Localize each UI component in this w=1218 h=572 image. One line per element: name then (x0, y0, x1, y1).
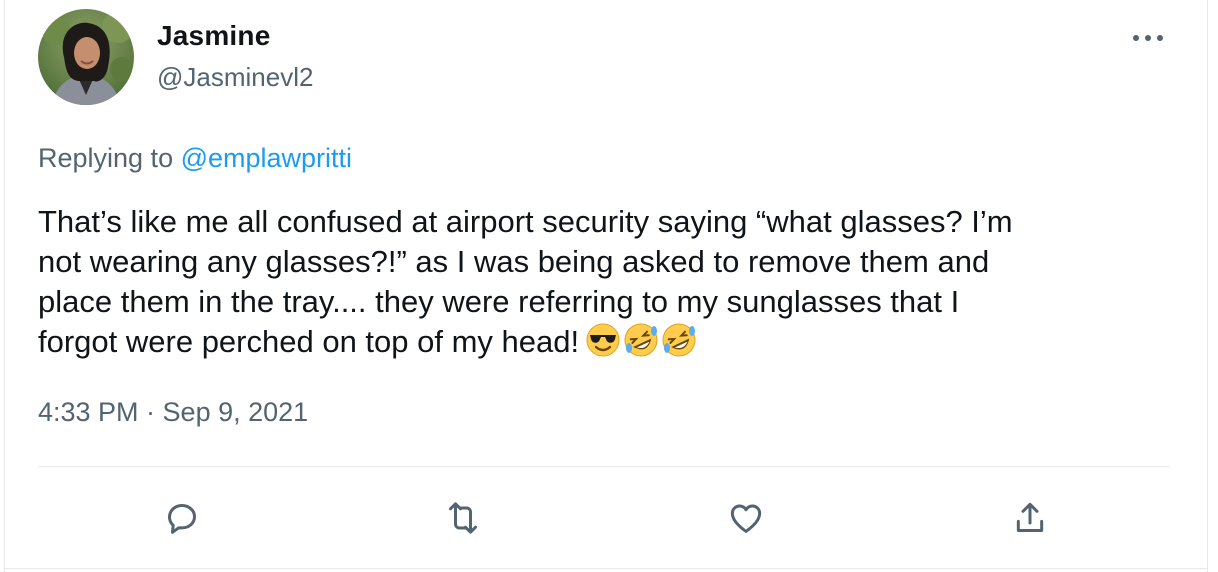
tweet-body: That’s like me all confused at airport s… (38, 204, 1013, 359)
replying-to: Replying to @emplawpritti (38, 143, 352, 174)
replying-to-label: Replying to (38, 143, 181, 173)
action-bar (0, 496, 1218, 540)
like-icon (730, 504, 762, 533)
retweet-button[interactable] (441, 496, 485, 540)
share-icon (1016, 502, 1044, 532)
author-display-name[interactable]: Jasmine (157, 20, 270, 52)
more-options-icon[interactable] (1128, 24, 1168, 52)
rolling-on-the-floor-laughing-icon (624, 323, 658, 357)
reply-icon (168, 504, 196, 534)
like-button[interactable] (724, 496, 768, 540)
avatar[interactable] (38, 9, 134, 105)
retweet-icon (449, 502, 477, 534)
smiling-face-with-sunglasses-icon (586, 323, 620, 357)
share-button[interactable] (1008, 496, 1052, 540)
reply-button[interactable] (160, 496, 204, 540)
tweet-timestamp[interactable]: 4:33 PM · Sep 9, 2021 (38, 397, 308, 428)
author-handle[interactable]: @Jasminevl2 (157, 62, 313, 93)
emoji-group (585, 322, 699, 368)
bottom-border (4, 568, 1208, 569)
reply-mention-link[interactable]: @emplawpritti (181, 143, 352, 173)
tweet-text: That’s like me all confused at airport s… (38, 202, 1158, 368)
divider (38, 466, 1170, 467)
rolling-on-the-floor-laughing-icon (662, 323, 696, 357)
